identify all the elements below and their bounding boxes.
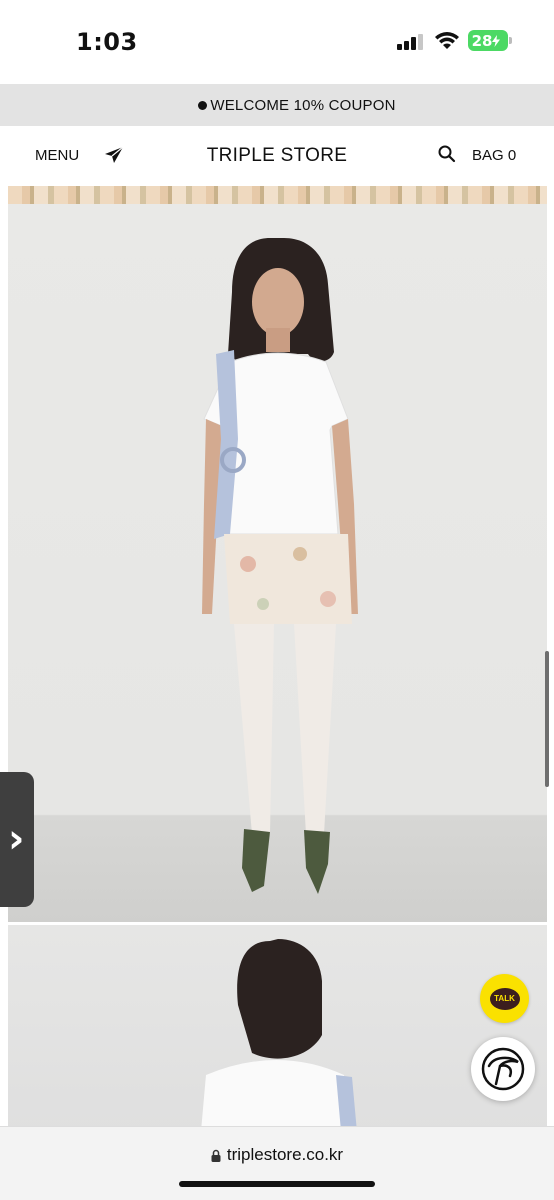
promo-banner[interactable]: WELCOME 10% COUPON <box>0 84 554 126</box>
promo-dot-icon <box>198 100 208 110</box>
product-image-model-back[interactable] <box>8 925 547 1126</box>
status-time: 1:03 <box>76 28 138 56</box>
url-wrap: triplestore.co.kr <box>0 1145 554 1165</box>
lock-icon <box>211 1149 221 1162</box>
wifi-icon <box>435 32 459 49</box>
model-illustration <box>202 238 358 894</box>
site-logo[interactable]: TRIPLE STORE <box>0 145 554 167</box>
scrollbar[interactable] <box>545 651 549 787</box>
product-gallery <box>0 186 554 1126</box>
charging-bolt-icon <box>492 34 501 47</box>
talk-bubble-icon: TALK <box>489 987 520 1010</box>
url-text[interactable]: triplestore.co.kr <box>227 1145 343 1165</box>
status-bar: 1:03 28 <box>0 0 554 84</box>
kakao-talk-button[interactable]: TALK <box>480 974 529 1023</box>
brand-chat-button[interactable] <box>471 1037 535 1101</box>
bag-button[interactable]: BAG 0 <box>472 147 516 164</box>
model-back-illustration <box>201 939 357 1126</box>
chevron-right-icon: › <box>8 816 25 862</box>
site-header: MENU TRIPLE STORE BAG 0 <box>0 126 554 186</box>
talk-label: TALK <box>494 994 515 1003</box>
battery-level: 28 <box>471 31 493 50</box>
promo-text: WELCOME 10% COUPON <box>210 96 396 114</box>
side-drawer-tab[interactable]: › <box>0 772 34 907</box>
brand-logo-icon <box>481 1047 525 1091</box>
product-image-model-front[interactable] <box>8 204 547 922</box>
product-image-previous <box>8 186 547 204</box>
battery-icon: 28 <box>468 30 508 51</box>
signal-icon <box>397 34 423 50</box>
browser-url-bar[interactable]: triplestore.co.kr <box>0 1126 554 1200</box>
search-icon[interactable] <box>437 144 457 164</box>
battery-tip <box>509 37 512 44</box>
home-indicator[interactable] <box>179 1181 375 1187</box>
